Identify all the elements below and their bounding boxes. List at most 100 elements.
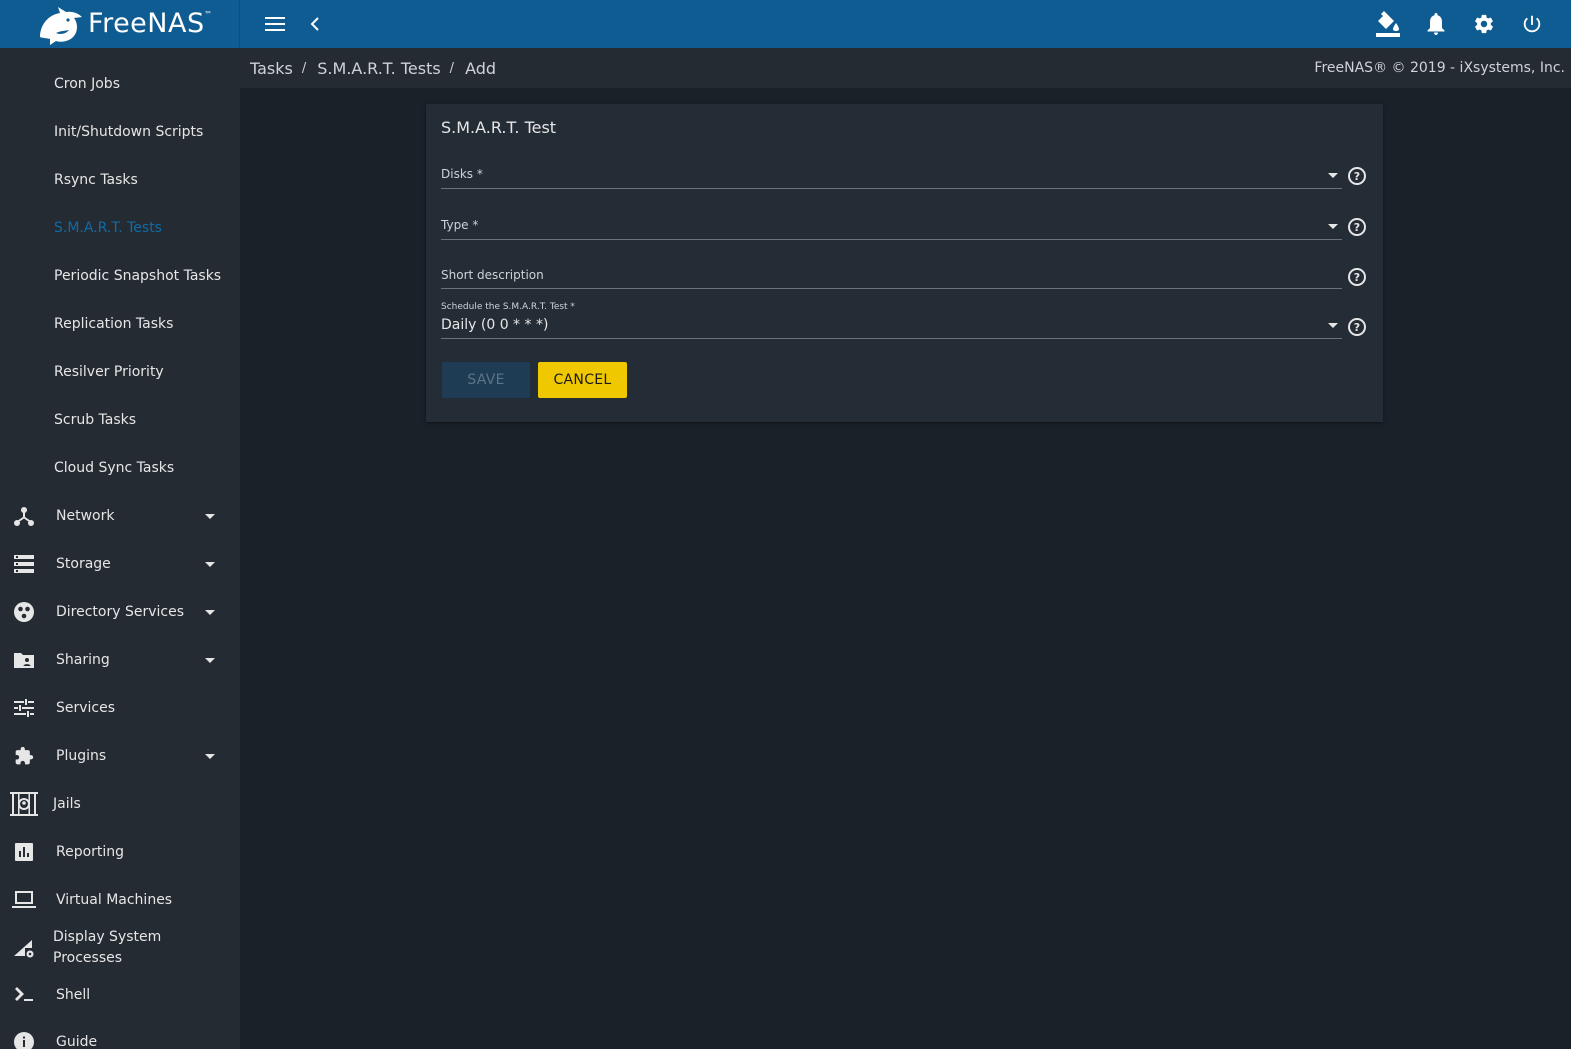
sidebar-item-replication-tasks[interactable]: Replication Tasks (0, 300, 240, 348)
sidebar-item-label: Storage (56, 556, 111, 572)
sidebar-item-label: Network (56, 508, 115, 524)
theme-button[interactable] (1364, 0, 1412, 48)
dropdown-arrow-icon (1328, 323, 1338, 328)
directory-services-icon (12, 600, 36, 624)
services-sliders-icon (12, 696, 36, 720)
sidebar-item-label: Guide (56, 1034, 98, 1049)
sidebar-item-jails[interactable]: Jails (0, 780, 240, 828)
freenas-shark-logo-icon (40, 7, 82, 45)
sidebar-item-label: Jails (53, 796, 81, 812)
menu-icon (265, 17, 285, 31)
sidebar-item-guide[interactable]: Guide (0, 1018, 240, 1049)
description-help-icon[interactable]: ? (1348, 268, 1366, 286)
sidebar-item-sharing[interactable]: Sharing (0, 636, 240, 684)
dropdown-arrow-icon (1328, 173, 1338, 178)
sidebar-item-reporting[interactable]: Reporting (0, 828, 240, 876)
gear-icon (1475, 14, 1493, 34)
brand[interactable]: FreeNAS ™ (0, 0, 240, 48)
chevron-down-icon (205, 609, 215, 615)
sidebar-item-cloud-sync-tasks[interactable]: Cloud Sync Tasks (0, 444, 240, 492)
power-icon (1523, 15, 1541, 33)
breadcrumb-smart-tests[interactable]: S.M.A.R.T. Tests (317, 59, 440, 78)
sidebar-item-label: Virtual Machines (56, 892, 173, 908)
top-bar: FreeNAS ™ (0, 0, 1571, 48)
sidebar: Cron Jobs Init/Shutdown Scripts Rsync Ta… (0, 48, 240, 1049)
sidebar-item-label: Scrub Tasks (54, 412, 137, 428)
bell-icon (1427, 13, 1445, 35)
sidebar-item-directory-services[interactable]: Directory Services (0, 588, 240, 636)
schedule-select[interactable]: Schedule the S.M.A.R.T. Test * Daily (0 … (441, 302, 1342, 339)
smart-test-form-card: S.M.A.R.T. Test Disks * ? Type * ? Short… (426, 104, 1383, 422)
dropdown-arrow-icon (1328, 224, 1338, 229)
chevron-down-icon (205, 657, 215, 663)
sidebar-item-label: Resilver Priority (54, 364, 164, 380)
jail-icon (10, 792, 38, 816)
sidebar-item-label: Replication Tasks (54, 316, 174, 332)
breadcrumb: Tasks / S.M.A.R.T. Tests / Add (250, 59, 496, 78)
breadcrumb-separator: / (301, 60, 307, 76)
save-button[interactable]: SAVE (442, 362, 530, 398)
processes-icon (12, 936, 36, 960)
sidebar-item-display-system-processes[interactable]: Display System Processes (0, 924, 240, 972)
network-icon (12, 504, 36, 528)
chevron-down-icon (205, 753, 215, 759)
chevron-down-icon (205, 513, 215, 519)
sidebar-item-label: Rsync Tasks (54, 172, 138, 188)
sidebar-item-network[interactable]: Network (0, 492, 240, 540)
schedule-label: Schedule the S.M.A.R.T. Test * (441, 302, 575, 312)
disks-help-icon[interactable]: ? (1348, 167, 1366, 185)
sidebar-item-label: Reporting (56, 844, 125, 860)
bar-chart-icon (12, 840, 36, 864)
sidebar-item-label: Init/Shutdown Scripts (54, 124, 204, 140)
type-select[interactable]: Type * (441, 210, 1342, 240)
sidebar-item-shell[interactable]: Shell (0, 971, 240, 1019)
type-label: Type * (441, 218, 479, 232)
sidebar-item-rsync-tasks[interactable]: Rsync Tasks (0, 156, 240, 204)
breadcrumb-bar: Tasks / S.M.A.R.T. Tests / Add FreeNAS® … (240, 48, 1571, 88)
puzzle-icon (12, 744, 36, 768)
schedule-help-icon[interactable]: ? (1348, 318, 1366, 336)
type-help-icon[interactable]: ? (1348, 218, 1366, 236)
power-button[interactable] (1508, 0, 1556, 48)
breadcrumb-tasks[interactable]: Tasks (250, 59, 293, 78)
info-icon (12, 1030, 36, 1049)
disks-label: Disks * (441, 167, 483, 181)
sidebar-item-label: Shell (56, 987, 91, 1003)
breadcrumb-add: Add (465, 58, 497, 78)
sidebar-item-label: Services (56, 700, 116, 716)
sidebar-item-label: Cron Jobs (54, 76, 120, 92)
sidebar-item-label: Plugins (56, 748, 107, 764)
sidebar-item-resilver-priority[interactable]: Resilver Priority (0, 348, 240, 396)
sidebar-item-cron-jobs[interactable]: Cron Jobs (0, 60, 240, 108)
breadcrumb-separator: / (449, 60, 455, 76)
chevron-down-icon (205, 561, 215, 567)
cancel-button[interactable]: CANCEL (538, 362, 627, 398)
sidebar-item-smart-tests[interactable]: S.M.A.R.T. Tests (0, 204, 240, 252)
sidebar-item-services[interactable]: Services (0, 684, 240, 732)
sidebar-item-label: Directory Services (56, 604, 185, 620)
sidebar-item-storage[interactable]: Storage (0, 540, 240, 588)
terminal-icon (12, 983, 36, 1007)
chevron-left-icon (310, 17, 319, 31)
sidebar-item-label: Sharing (56, 652, 110, 668)
sidebar-item-periodic-snapshot-tasks[interactable]: Periodic Snapshot Tasks (0, 252, 240, 300)
sidebar-item-label: Cloud Sync Tasks (54, 460, 175, 476)
copyright-text: FreeNAS® © 2019 - iXsystems, Inc. (1314, 60, 1565, 76)
collapse-sidebar-button[interactable] (291, 0, 339, 48)
storage-icon (12, 552, 36, 576)
sidebar-item-label: Display System Processes (53, 929, 162, 966)
sidebar-item-init-shutdown-scripts[interactable]: Init/Shutdown Scripts (0, 108, 240, 156)
form-title: S.M.A.R.T. Test (441, 118, 557, 137)
short-description-label: Short description (441, 268, 544, 282)
paint-bucket-icon (1376, 11, 1400, 37)
settings-button[interactable] (1460, 0, 1508, 48)
sidebar-item-label: Periodic Snapshot Tasks (54, 268, 222, 284)
sidebar-item-scrub-tasks[interactable]: Scrub Tasks (0, 396, 240, 444)
brand-name: FreeNAS ™ (88, 7, 213, 39)
sidebar-item-virtual-machines[interactable]: Virtual Machines (0, 876, 240, 924)
short-description-input[interactable]: Short description (441, 259, 1342, 289)
disks-select[interactable]: Disks * (441, 159, 1342, 189)
notifications-button[interactable] (1412, 0, 1460, 48)
schedule-value: Daily (0 0 * * *) (441, 317, 549, 333)
sidebar-item-plugins[interactable]: Plugins (0, 732, 240, 780)
